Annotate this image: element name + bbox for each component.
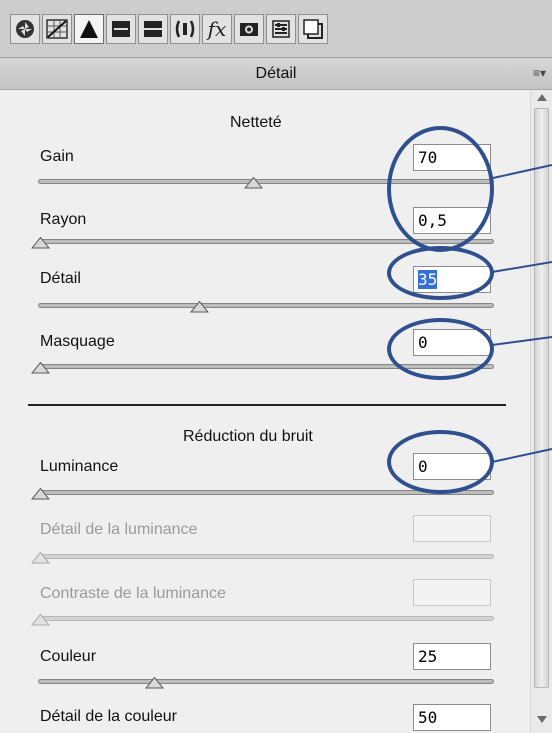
luminance-contrast-slider-thumb: [31, 614, 50, 626]
camera-calibration-icon: [240, 23, 258, 36]
vertical-scrollbar[interactable]: [530, 90, 552, 733]
color-slider-track[interactable]: [38, 679, 494, 684]
detail-slider-track[interactable]: [38, 303, 494, 308]
masking-slider-track[interactable]: [38, 364, 494, 369]
luminance-slider-track[interactable]: [38, 490, 494, 495]
sharpening-title: Netteté: [230, 114, 282, 131]
luminance-contrast-field: [413, 579, 491, 606]
detail-field[interactable]: 35: [413, 266, 491, 293]
tool-detail[interactable]: [74, 14, 104, 44]
gain-field[interactable]: 70: [413, 144, 491, 171]
lens-corrections-icon: [175, 20, 195, 38]
panel-toolbar: fx: [0, 0, 552, 57]
masking-label: Masquage: [40, 333, 115, 350]
tool-split-toning[interactable]: [138, 14, 168, 44]
tool-snapshots[interactable]: [298, 14, 328, 44]
luminance-contrast-slider-track: [38, 616, 494, 621]
radius-slider-track[interactable]: [38, 239, 494, 244]
hsl-icon: [112, 21, 130, 37]
luminance-field[interactable]: 0: [413, 453, 491, 480]
noise-reduction-title: Réduction du bruit: [183, 428, 313, 445]
scroll-up-icon[interactable]: [537, 94, 547, 101]
luminance-label: Luminance: [40, 458, 119, 475]
tool-hsl[interactable]: [106, 14, 136, 44]
effects-fx-icon: fx: [207, 17, 227, 41]
color-slider-thumb[interactable]: [145, 677, 164, 689]
tool-lens-corrections[interactable]: [170, 14, 200, 44]
luminance-detail-field: [413, 515, 491, 542]
scroll-down-icon[interactable]: [537, 716, 547, 723]
color-detail-label: Détail de la couleur: [40, 708, 177, 725]
tool-effects[interactable]: fx: [202, 14, 232, 44]
tool-presets[interactable]: [266, 14, 296, 44]
detail-label: Détail: [40, 270, 81, 287]
luminance-contrast-label: Contraste de la luminance: [40, 585, 226, 602]
luminance-detail-label: Détail de la luminance: [40, 521, 198, 538]
detail-value: 35: [418, 270, 438, 289]
gain-label: Gain: [40, 148, 74, 165]
luminance-slider-thumb[interactable]: [31, 488, 50, 500]
tool-basic[interactable]: [10, 14, 40, 44]
radius-field[interactable]: 0,5: [413, 207, 491, 234]
split-toning-icon: [144, 21, 162, 37]
tool-tone-curve[interactable]: [42, 14, 72, 44]
radius-label: Rayon: [40, 211, 87, 228]
detail-slider-thumb[interactable]: [190, 301, 209, 313]
panel-menu-icon[interactable]: ≡▾: [533, 66, 546, 80]
aperture-icon: [16, 20, 34, 38]
tool-camera-calibration[interactable]: [234, 14, 264, 44]
radius-slider-thumb[interactable]: [31, 237, 50, 249]
luminance-detail-slider-track: [38, 554, 494, 559]
detail-triangle-icon: [80, 20, 98, 38]
presets-icon: [272, 20, 290, 38]
masking-field[interactable]: 0: [413, 329, 491, 356]
color-detail-field[interactable]: 50: [413, 704, 491, 731]
panel-header: Détail ≡▾: [0, 57, 552, 90]
luminance-detail-slider-thumb: [31, 552, 50, 564]
masking-slider-thumb[interactable]: [31, 362, 50, 374]
scrollbar-thumb[interactable]: [534, 108, 549, 688]
gain-slider-thumb[interactable]: [244, 177, 263, 189]
snapshots-icon: [303, 19, 323, 39]
color-field[interactable]: 25: [413, 643, 491, 670]
gain-slider-track[interactable]: [38, 179, 494, 184]
color-label: Couleur: [40, 648, 97, 665]
tone-curve-icon: [46, 19, 68, 39]
detail-panel: Netteté Gain 70 Rayon 0,5 Détail 35 Masq…: [0, 90, 530, 733]
section-divider: [28, 404, 506, 406]
panel-title: Détail: [255, 65, 297, 82]
